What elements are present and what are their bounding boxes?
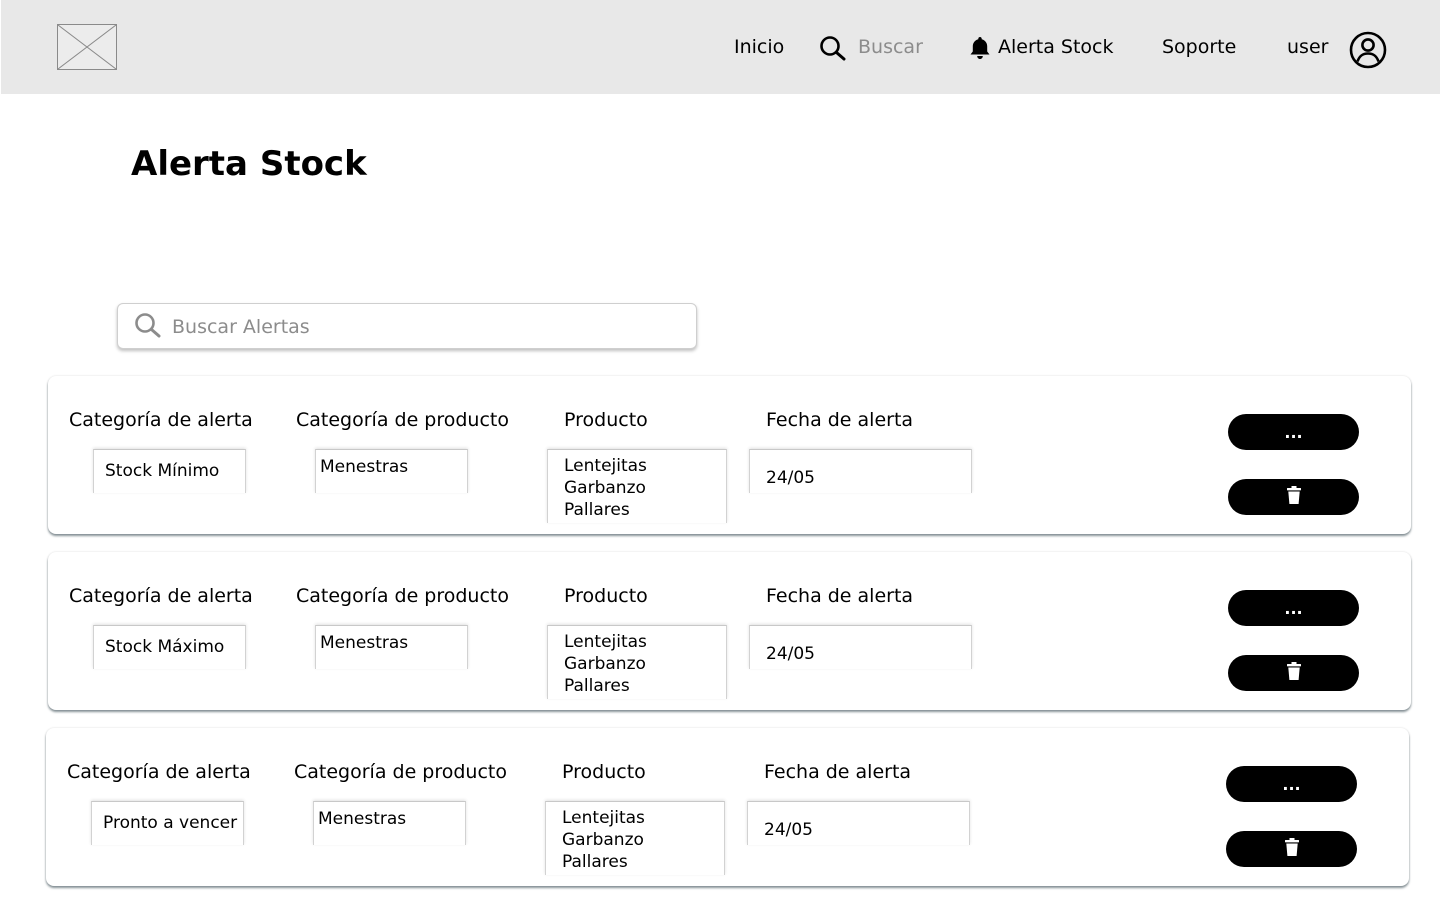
product-item: Lentejitas [562,808,645,828]
more-options-button[interactable]: ... [1228,414,1359,450]
product-list-field[interactable]: Lentejitas Garbanzo Pallares [545,801,725,875]
product-item: Garbanzo [562,830,644,850]
trash-icon [1286,662,1301,684]
alert-date-label: Fecha de alerta [766,409,914,431]
trash-icon [1286,486,1301,508]
search-icon[interactable] [819,35,847,65]
product-category-value: Menestras [318,809,407,829]
delete-alert-button[interactable] [1226,831,1357,867]
alert-search-box[interactable] [117,303,697,349]
alert-category-value: Pronto a vencer [103,813,238,833]
product-list-field[interactable]: Lentejitas Garbanzo Pallares [547,449,727,523]
alert-date-label: Fecha de alerta [764,761,912,783]
alert-category-value: Stock Máximo [105,637,225,657]
product-category-label: Categoría de producto [296,409,509,431]
alert-card: Categoría de alerta Categoría de product… [48,552,1411,710]
product-label: Producto [564,409,648,431]
delete-alert-button[interactable] [1228,479,1359,515]
alert-search-input[interactable] [170,312,674,342]
product-category-label: Categoría de producto [294,761,507,783]
alert-category-value: Stock Mínimo [105,461,220,481]
alert-category-label: Categoría de alerta [69,585,253,607]
product-item: Garbanzo [564,654,646,674]
alert-category-field[interactable]: Stock Mínimo [93,449,246,493]
alert-card: Categoría de alerta Categoría de product… [48,376,1411,534]
nav-alerta-stock-link[interactable]: Alerta Stock [998,34,1114,60]
alert-category-field[interactable]: Pronto a vencer [91,801,244,845]
product-item: Pallares [562,852,628,872]
alert-category-field[interactable]: Stock Máximo [93,625,246,669]
top-nav-bar: Inicio Buscar Alerta Stock Soporte user [1,0,1440,94]
user-name-label[interactable]: user [1287,34,1328,60]
product-category-label: Categoría de producto [296,585,509,607]
nav-inicio-link[interactable]: Inicio [734,34,784,60]
product-category-field[interactable]: Menestras [315,449,468,493]
bell-icon[interactable] [968,35,992,65]
trash-icon [1284,838,1299,860]
alert-date-value: 24/05 [766,644,815,664]
product-category-value: Menestras [320,457,409,477]
logo-placeholder-icon[interactable] [57,24,117,70]
product-label: Producto [562,761,646,783]
alert-date-label: Fecha de alerta [766,585,914,607]
product-item: Lentejitas [564,632,647,652]
product-item: Garbanzo [564,478,646,498]
more-options-button[interactable]: ... [1226,766,1357,802]
product-category-field[interactable]: Menestras [315,625,468,669]
search-icon [134,312,162,342]
product-category-value: Menestras [320,633,409,653]
alert-date-field[interactable]: 24/05 [749,625,972,669]
alert-date-field[interactable]: 24/05 [749,449,972,493]
nav-soporte-link[interactable]: Soporte [1162,34,1236,60]
product-item: Lentejitas [564,456,647,476]
alert-category-label: Categoría de alerta [67,761,251,783]
product-item: Pallares [564,500,630,520]
user-circle-icon[interactable] [1348,30,1388,74]
more-options-button[interactable]: ... [1228,590,1359,626]
product-label: Producto [564,585,648,607]
page-title: Alerta Stock [131,144,367,184]
alert-category-label: Categoría de alerta [69,409,253,431]
product-item: Pallares [564,676,630,696]
nav-search-link[interactable]: Buscar [858,34,923,60]
product-category-field[interactable]: Menestras [313,801,466,845]
product-list-field[interactable]: Lentejitas Garbanzo Pallares [547,625,727,699]
alert-date-field[interactable]: 24/05 [747,801,970,845]
alert-date-value: 24/05 [766,468,815,488]
delete-alert-button[interactable] [1228,655,1359,691]
alert-date-value: 24/05 [764,820,813,840]
alert-card: Categoría de alerta Categoría de product… [46,728,1409,886]
